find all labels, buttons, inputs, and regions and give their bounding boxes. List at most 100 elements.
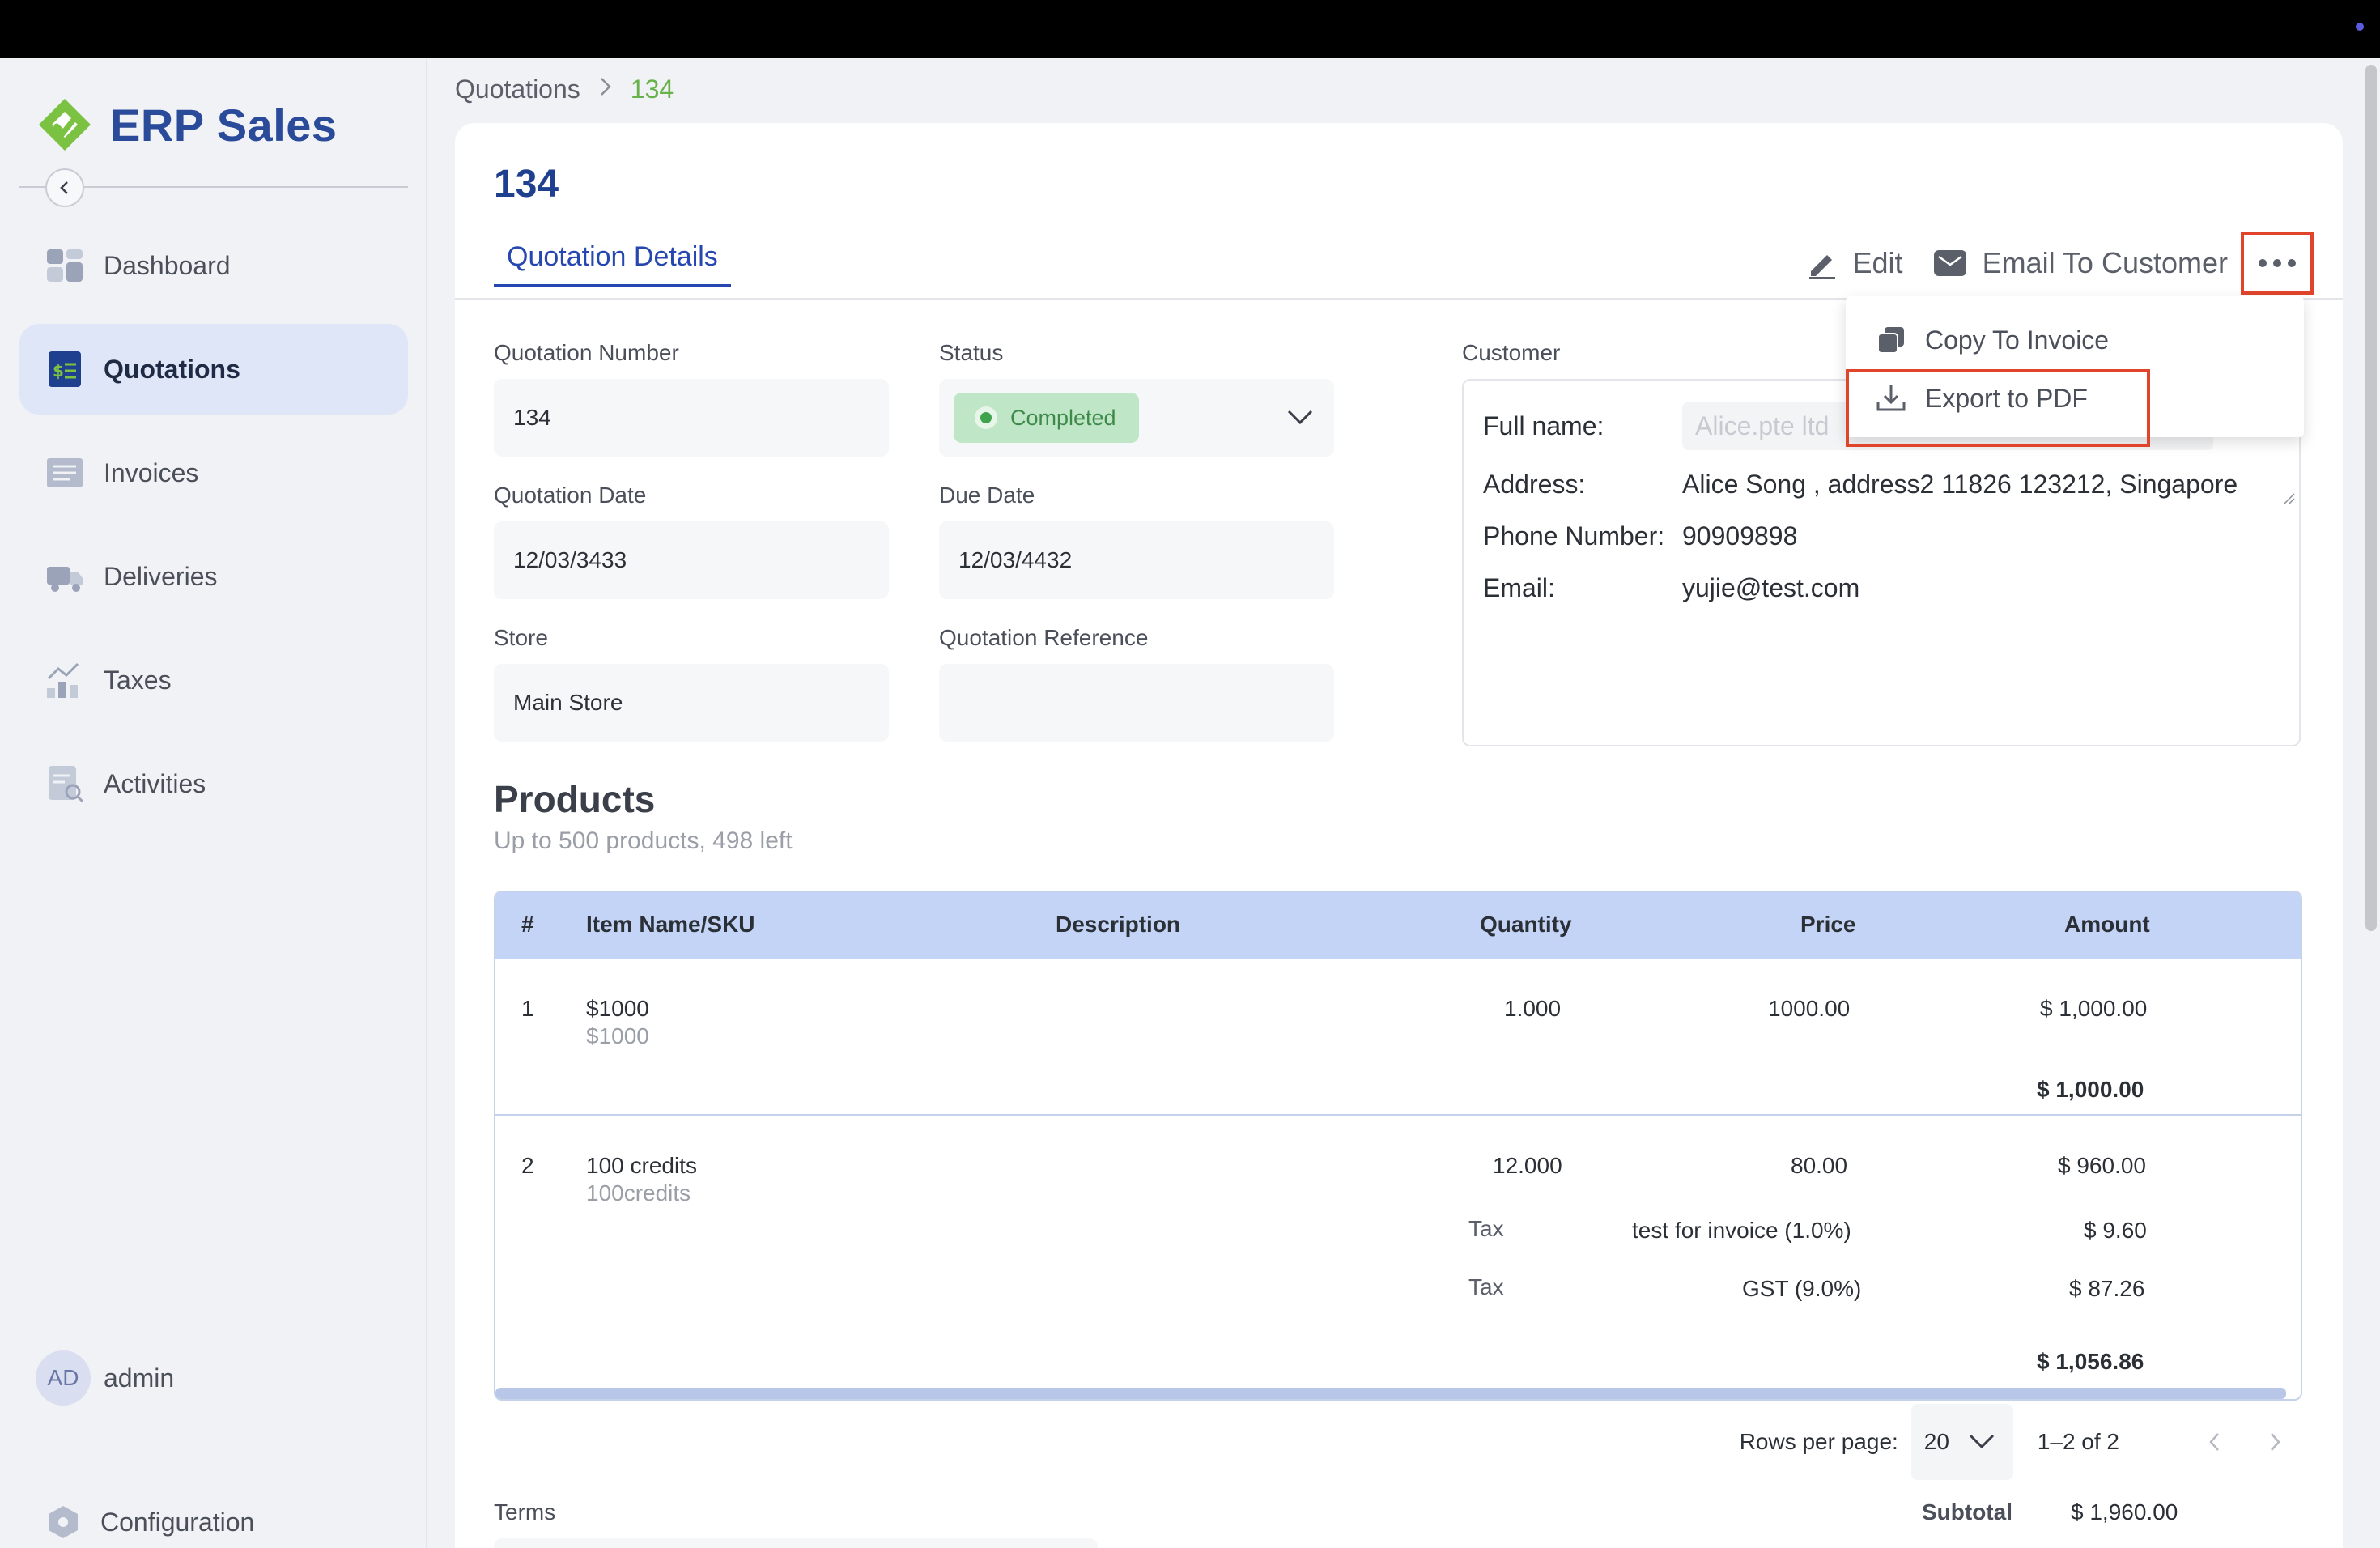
column-header: # (521, 912, 534, 937)
status-label: Status (939, 340, 1004, 365)
email-label: Email To Customer (1982, 246, 2228, 279)
address-label: Address: (1483, 470, 1586, 499)
sidebar-item-quotations[interactable]: $ Quotations (19, 324, 408, 415)
row-divider (495, 1114, 2301, 1116)
email-value: yujie@test.com (1682, 573, 1860, 602)
sidebar-item-taxes[interactable]: Taxes (19, 635, 408, 725)
status-value: Completed (1010, 405, 1116, 430)
customer-phone-row: Phone Number: 90909898 (1483, 521, 1797, 551)
item-quantity: 12.000 (1493, 1153, 1562, 1178)
status-badge: Completed (954, 393, 1139, 443)
svg-text:$: $ (53, 361, 64, 381)
item-sku: $1000 (586, 1023, 649, 1048)
quotation-number-label: Quotation Number (494, 340, 679, 365)
user-menu[interactable]: AD admin (36, 1350, 174, 1406)
sidebar-item-invoices[interactable]: Invoices (19, 427, 408, 518)
resize-handle-icon[interactable] (2283, 492, 2296, 505)
more-options-button[interactable] (2241, 232, 2314, 295)
status-dot (2356, 23, 2364, 31)
column-header: Amount (2064, 912, 2150, 937)
item-name[interactable]: 100 credits (586, 1153, 697, 1179)
quotation-number-field[interactable]: 134 (494, 379, 889, 457)
table-header: # Item Name/SKU Description Quantity Pri… (495, 892, 2301, 959)
chevron-down-icon (1287, 410, 1313, 425)
column-header: Quantity (1480, 912, 1572, 937)
store-field[interactable]: Main Store (494, 664, 889, 742)
top-bar (0, 0, 2380, 58)
sidebar-item-configuration[interactable]: Configuration (45, 1504, 254, 1540)
row-number: 1 (521, 996, 534, 1021)
store-label: Store (494, 625, 548, 650)
tax-chart-icon (45, 661, 84, 700)
customer-address-row: Address: Alice Song , address2 11826 123… (1483, 470, 2238, 500)
full-name-label: Full name: (1483, 411, 1604, 440)
customer-full-name-row: Full name: (1483, 411, 1682, 441)
copy-icon (1875, 324, 1907, 356)
email-to-customer-button[interactable]: Email To Customer (1932, 246, 2228, 280)
sidebar-item-activities[interactable]: Activities (19, 738, 408, 829)
chevron-left-icon (60, 181, 68, 194)
quotation-reference-field[interactable] (939, 664, 1334, 742)
sidebar-item-label: Activities (104, 768, 206, 798)
due-date-field[interactable]: 12/03/4432 (939, 521, 1334, 599)
mail-icon (1932, 247, 1968, 279)
page-scrollbar[interactable] (2365, 65, 2377, 931)
status-dot-icon (975, 406, 997, 429)
previous-page-button[interactable] (2199, 1431, 2231, 1453)
quotation-date-field[interactable]: 12/03/3433 (494, 521, 889, 599)
sidebar-item-label: Quotations (104, 354, 240, 384)
rows-per-page-value: 20 (1923, 1429, 1949, 1454)
subtotal-label: Subtotal (1922, 1499, 2012, 1525)
activities-icon (45, 764, 84, 803)
subtotal-row: Subtotal $ 1,960.00 (1867, 1499, 2178, 1525)
terms-input[interactable] (494, 1538, 1098, 1548)
sidebar-item-label: Taxes (104, 665, 172, 695)
item-quantity: 1.000 (1504, 996, 1562, 1021)
tax-amount: $ 9.60 (2084, 1218, 2147, 1243)
tax-amount: $ 87.26 (2069, 1276, 2145, 1301)
menu-item-copy-to-invoice[interactable]: Copy To Invoice (1875, 324, 2109, 356)
products-title: Products (494, 778, 656, 820)
row-number: 2 (521, 1153, 534, 1178)
item-price: 1000.00 (1768, 996, 1851, 1021)
status-select[interactable]: Completed (939, 379, 1334, 457)
quotation-card: 134 Quotation Details Edit Email To Cust… (455, 123, 2343, 1548)
pagination: Rows per page: 20 1–2 of 2 (1740, 1404, 2291, 1480)
toolbar: Edit Email To Customer (1777, 232, 2314, 295)
horizontal-scrollbar[interactable] (495, 1388, 2286, 1399)
tax-name: test for invoice (1.0%) (1632, 1218, 1851, 1243)
sidebar-item-label: Invoices (104, 457, 199, 487)
breadcrumb: Quotations 134 (455, 74, 674, 104)
products-subtitle: Up to 500 products, 498 left (494, 827, 793, 854)
next-page-button[interactable] (2259, 1431, 2291, 1453)
breadcrumb-quotations[interactable]: Quotations (455, 74, 580, 104)
invoice-icon (45, 453, 84, 492)
phone-label: Phone Number: (1483, 521, 1665, 551)
customer-email-row: Email: yujie@test.com (1483, 573, 1859, 603)
sidebar-item-deliveries[interactable]: Deliveries (19, 531, 408, 622)
pencil-icon (1806, 247, 1838, 279)
column-header: Item Name/SKU (586, 912, 755, 937)
export-pdf-highlight (1846, 369, 2150, 447)
column-header: Description (1056, 912, 1181, 937)
products-table: # Item Name/SKU Description Quantity Pri… (494, 891, 2302, 1401)
breadcrumb-current: 134 (630, 74, 674, 104)
address-value[interactable]: Alice Song , address2 11826 123212, Sing… (1682, 470, 2238, 500)
collapse-sidebar-button[interactable] (45, 168, 84, 207)
sidebar: ERP Sales Dashboard $ Quotations Invoice… (0, 58, 427, 1548)
quotation-date-label: Quotation Date (494, 483, 647, 508)
item-name[interactable]: $1000 (586, 996, 649, 1022)
item-price: 80.00 (1791, 1153, 1848, 1178)
sidebar-item-dashboard[interactable]: Dashboard (19, 220, 408, 311)
more-dot (2259, 259, 2267, 267)
rows-per-page-select[interactable]: 20 (1910, 1404, 2013, 1480)
edit-button[interactable]: Edit (1806, 246, 1903, 280)
more-options-menu: Copy To Invoice Export to PDF (1846, 296, 2304, 447)
email-label: Email: (1483, 573, 1555, 602)
tax-name: GST (9.0%) (1742, 1276, 1862, 1301)
logo[interactable]: ERP Sales (36, 96, 338, 154)
app-name: ERP Sales (110, 99, 338, 151)
tab-quotation-details[interactable]: Quotation Details (494, 241, 731, 287)
customer-label: Customer (1462, 340, 1561, 365)
chevron-down-icon (1969, 1434, 1995, 1449)
